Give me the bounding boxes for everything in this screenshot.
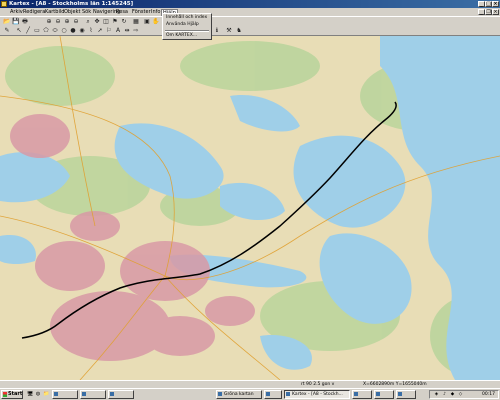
task-button-2[interactable] — [80, 390, 106, 399]
doc-close-button[interactable]: × — [492, 9, 499, 15]
minimize-button[interactable]: _ — [478, 1, 485, 7]
bookmark-icon[interactable]: ⚑ — [111, 18, 119, 26]
security-icon[interactable]: ◆ — [450, 392, 455, 397]
window-title: Kartex - [A8 - Stockholms län 1:145245] — [9, 1, 134, 7]
task-icon — [218, 392, 222, 396]
task-icon — [376, 392, 380, 396]
toolbar-drawing: ✎ ↖ ╱ ▭ ⬠ ⬭ ○ ● ◉ ⌇ ➚ ⚐ A ⇹ ⇨ ℹ ⚒ ♞ — [0, 26, 500, 36]
help-dropdown-menu: Innehåll och index Använda Hjälp Om KART… — [162, 13, 212, 40]
help-contents-item[interactable]: Innehåll och index — [166, 15, 207, 21]
status-bar: rt 90 2.5 gon v X=6602890m Y=1655040m — [0, 380, 500, 388]
open-icon[interactable]: 📂 — [3, 18, 11, 26]
clock[interactable]: 00:17 — [482, 391, 495, 398]
map-canvas[interactable] — [0, 36, 500, 380]
task-button-9[interactable] — [396, 390, 416, 399]
overview-icon[interactable]: ▣ — [143, 18, 151, 26]
circle-icon[interactable]: ○ — [60, 27, 68, 35]
text-icon[interactable]: A — [114, 27, 122, 35]
browser-icon[interactable]: ◍ — [35, 391, 41, 397]
flag-icon[interactable]: ⚐ — [105, 27, 113, 35]
menu-resa[interactable]: Resa — [115, 8, 129, 16]
status-scale: rt 90 2.5 gon v — [301, 382, 335, 387]
route-icon[interactable]: ⌇ — [87, 27, 95, 35]
info-icon[interactable]: ℹ — [213, 27, 221, 35]
task-button-kartex[interactable]: Kartex - [A8 - Stockh... — [284, 390, 350, 399]
system-tray: ◈ ♪ ◆ ◇ 00:17 — [429, 390, 499, 399]
start-label: Start — [8, 391, 23, 397]
task-button-7[interactable] — [352, 390, 372, 399]
task-button-3[interactable] — [108, 390, 134, 399]
refresh-icon[interactable]: ↻ — [120, 18, 128, 26]
start-button[interactable]: Start — [1, 390, 23, 399]
close-button[interactable]: × — [492, 1, 499, 7]
explorer-icon[interactable]: 📁 — [43, 391, 49, 397]
maximize-button[interactable]: □ — [485, 1, 492, 7]
task-icon — [354, 392, 358, 396]
pointer-icon[interactable]: ➚ — [96, 27, 104, 35]
help-using-item[interactable]: Använda Hjälp — [166, 22, 199, 28]
rectangle-icon[interactable]: ▭ — [33, 27, 41, 35]
select-icon[interactable]: ↖ — [15, 27, 23, 35]
doc-restore-button[interactable]: ❐ — [485, 9, 492, 15]
task-button-8[interactable] — [374, 390, 394, 399]
task-button-grona-kartan[interactable]: Gröna kartan — [216, 390, 262, 399]
menu-redigera[interactable]: Redigera — [22, 8, 46, 16]
taskbar: Start 🖥 ◍ 📁 Gröna kartan Kartex - [A8 - … — [0, 388, 500, 400]
zoom-in-plus-icon[interactable]: ⊕ — [63, 18, 71, 26]
map-graphic — [0, 36, 500, 380]
task-icon — [54, 392, 58, 396]
task-icon — [286, 392, 290, 396]
menu-bar: Arkiv Redigera Kartbild Objekt Sök Navig… — [0, 8, 500, 17]
menu-objekt[interactable]: Objekt — [63, 8, 81, 16]
volume-icon[interactable]: ♪ — [442, 392, 447, 397]
print-icon[interactable]: 🖶 — [21, 18, 29, 26]
measure-tool-icon[interactable]: ⚒ — [225, 27, 233, 35]
app-icon[interactable] — [1, 1, 7, 7]
menu-separator — [165, 30, 209, 32]
menu-sok[interactable]: Sök — [81, 8, 92, 16]
person-icon[interactable]: ♞ — [235, 27, 243, 35]
desktop-icon[interactable]: 🖥 — [27, 391, 33, 397]
pencil-icon[interactable]: ✎ — [3, 27, 11, 35]
zoom-in-icon[interactable]: ⊕ — [45, 18, 53, 26]
menu-fonster[interactable]: Fönster — [131, 8, 152, 16]
polygon-icon[interactable]: ⬠ — [42, 27, 50, 35]
line-icon[interactable]: ╱ — [24, 27, 32, 35]
hand-icon[interactable]: ✋ — [152, 18, 160, 26]
title-bar: Kartex - [A8 - Stockholms län 1:145245] … — [0, 0, 500, 8]
zoom-out-minus-icon[interactable]: ⊖ — [72, 18, 80, 26]
status-coords: X=6602890m Y=1655040m — [363, 382, 427, 387]
network-icon[interactable]: ◈ — [434, 392, 439, 397]
task-icon — [266, 392, 270, 396]
menu-info[interactable]: Info — [150, 8, 161, 16]
arrow-icon[interactable]: ⇨ — [132, 27, 140, 35]
task-button-1[interactable] — [52, 390, 78, 399]
filled-circle-icon[interactable]: ● — [69, 27, 77, 35]
measure-icon[interactable]: ⇹ — [123, 27, 131, 35]
toolbar-main: 📂 💾 🖶 ⊕ ⊖ ⊕ ⊖ ⌕ ✥ ◫ ⚑ ↻ ▦ ▣ ✋ — [0, 16, 500, 26]
save-icon[interactable]: 💾 — [12, 18, 20, 26]
zoom-out-icon[interactable]: ⊖ — [54, 18, 62, 26]
task-icon — [82, 392, 86, 396]
point-icon[interactable]: ◉ — [78, 27, 86, 35]
task-button-5[interactable] — [264, 390, 282, 399]
pan-icon[interactable]: ✥ — [93, 18, 101, 26]
zoom-window-icon[interactable]: ◫ — [102, 18, 110, 26]
find-icon[interactable]: ⌕ — [84, 18, 92, 26]
update-icon[interactable]: ◇ — [458, 392, 463, 397]
task-icon — [398, 392, 402, 396]
doc-minimize-button[interactable]: _ — [478, 9, 485, 15]
windows-logo-icon — [3, 392, 7, 397]
ellipse-icon[interactable]: ⬭ — [51, 27, 59, 35]
grid-icon[interactable]: ▦ — [132, 18, 140, 26]
help-about-item[interactable]: Om KARTEX... — [166, 33, 197, 39]
task-icon — [110, 392, 114, 396]
